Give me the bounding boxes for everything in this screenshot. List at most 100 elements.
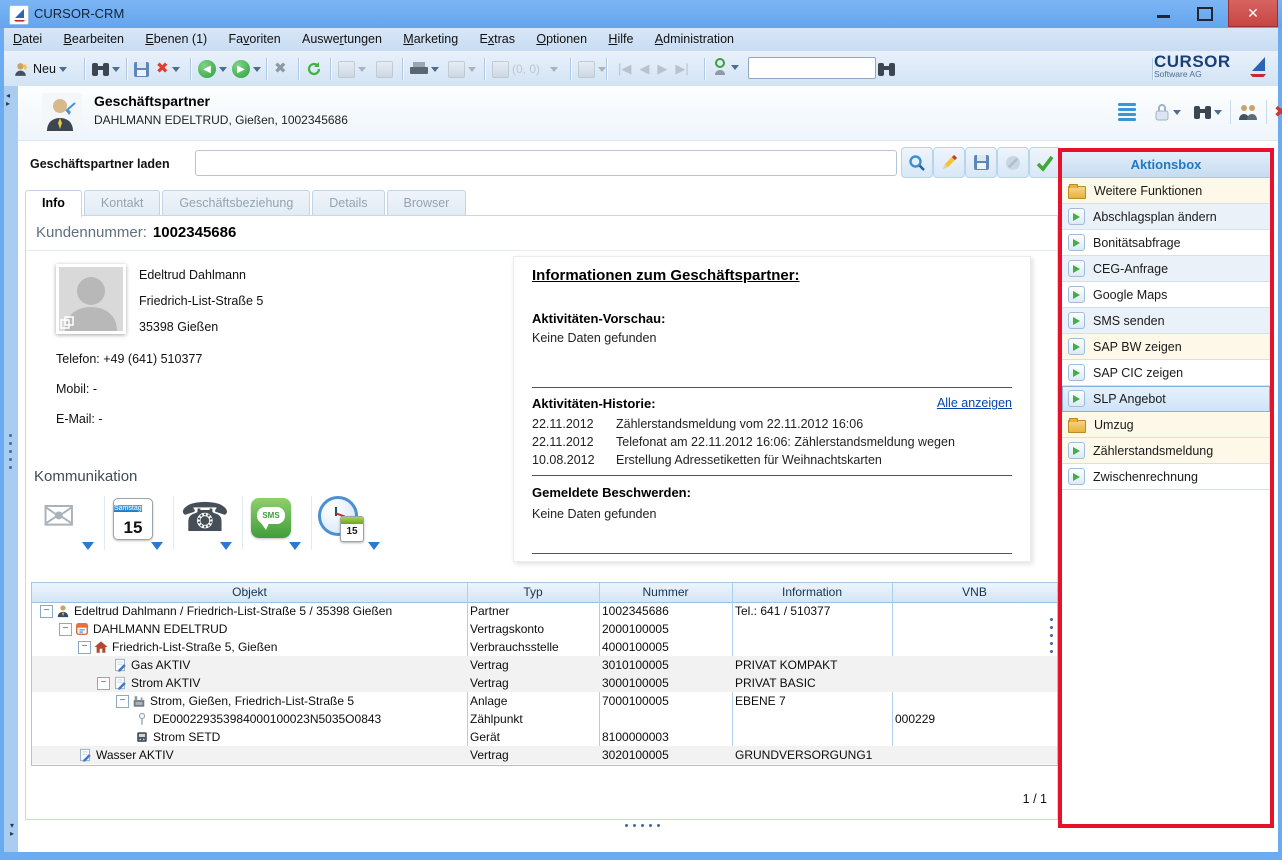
table-row[interactable]: DE000229353984000100023N5035O0843 Zählpu… bbox=[32, 710, 1057, 728]
aktionsbox-item-sms-senden[interactable]: SMS senden bbox=[1062, 308, 1270, 334]
chevron-down-icon[interactable] bbox=[253, 67, 261, 72]
search-button[interactable] bbox=[92, 59, 120, 79]
new-record-button[interactable]: Neu bbox=[12, 59, 67, 79]
menu-administration[interactable]: Administration bbox=[646, 28, 743, 51]
column-header-nummer[interactable]: Nummer bbox=[599, 583, 732, 602]
table-row[interactable]: − DAHLMANN EDELTRUD Vertragskonto 200010… bbox=[32, 620, 1057, 638]
confirm-button[interactable] bbox=[1029, 147, 1061, 178]
menu-favoriten[interactable]: Favoriten bbox=[220, 28, 290, 51]
aktionsbox-item-sap-bw-zeigen[interactable]: SAP BW zeigen bbox=[1062, 334, 1270, 360]
collapse-toggle[interactable]: − bbox=[97, 677, 110, 690]
menu-optionen[interactable]: Optionen bbox=[527, 28, 596, 51]
back-button[interactable]: ◀ bbox=[198, 59, 227, 79]
collapse-toggle[interactable]: − bbox=[78, 641, 91, 654]
column-header-vnb[interactable]: VNB bbox=[892, 583, 1057, 602]
splitter-grip-icon[interactable] bbox=[9, 434, 12, 469]
edit-button[interactable] bbox=[933, 147, 965, 178]
chevron-down-icon[interactable] bbox=[1214, 110, 1222, 115]
column-header-information[interactable]: Information bbox=[732, 583, 892, 602]
aktionsbox-item-weitere-funktionen[interactable]: Weitere Funktionen bbox=[1062, 178, 1270, 204]
chevron-down-icon[interactable] bbox=[550, 67, 558, 72]
chevron-down-icon[interactable] bbox=[219, 67, 227, 72]
partner-list-button[interactable] bbox=[1238, 101, 1258, 123]
export-button[interactable] bbox=[448, 59, 476, 79]
tree-node-label[interactable]: Edeltrud Dahlmann / Friedrich-List-Straß… bbox=[74, 602, 392, 620]
chevron-down-icon[interactable] bbox=[368, 542, 380, 550]
chevron-down-icon[interactable] bbox=[220, 542, 232, 550]
table-row[interactable]: − Strom AKTIV Vertrag 3000100005 PRIVAT … bbox=[32, 674, 1057, 692]
discard-button[interactable] bbox=[997, 147, 1029, 178]
collapse-toggle[interactable]: − bbox=[116, 695, 129, 708]
table-row[interactable]: Strom SETD Gerät 8100000003 bbox=[32, 728, 1057, 746]
tree-node-label[interactable]: Strom AKTIV bbox=[131, 674, 200, 692]
collapse-toggle[interactable]: − bbox=[40, 605, 53, 618]
table-row[interactable]: − Edeltrud Dahlmann / Friedrich-List-Str… bbox=[32, 602, 1057, 620]
menu-list-button[interactable] bbox=[1118, 101, 1136, 123]
table-row[interactable]: − Strom, Gießen, Friedrich-List-Straße 5… bbox=[32, 692, 1057, 710]
aktionsbox-item-slp-angebot[interactable]: SLP Angebot bbox=[1062, 386, 1270, 412]
save-record-button[interactable] bbox=[965, 147, 997, 178]
chevron-down-icon[interactable] bbox=[172, 67, 180, 72]
aktionsbox-item-sap-cic-zeigen[interactable]: SAP CIC zeigen bbox=[1062, 360, 1270, 386]
minimize-button[interactable] bbox=[1146, 0, 1182, 26]
quick-search-go-button[interactable] bbox=[878, 59, 895, 79]
menu-hilfe[interactable]: Hilfe bbox=[599, 28, 642, 51]
chevron-down-icon[interactable] bbox=[112, 67, 120, 72]
menu-bearbeiten[interactable]: Bearbeiten bbox=[55, 28, 133, 51]
forward-button[interactable]: ▶ bbox=[232, 59, 261, 79]
historie-entry[interactable]: Erstellung Adressetiketten für Weihnacht… bbox=[616, 453, 1020, 467]
tab-geschaeftsbeziehung[interactable]: Geschäftsbeziehung bbox=[162, 190, 310, 216]
alle-anzeigen-link[interactable]: Alle anzeigen bbox=[937, 396, 1012, 410]
menu-ebenen[interactable]: Ebenen (1) bbox=[136, 28, 216, 51]
loader-input[interactable] bbox=[195, 150, 897, 176]
aktionsbox-item-abschlagsplan-aendern[interactable]: Abschlagsplan ändern bbox=[1062, 204, 1270, 230]
search-load-button[interactable] bbox=[901, 147, 933, 178]
tab-info[interactable]: Info bbox=[25, 190, 82, 217]
menu-marketing[interactable]: Marketing bbox=[394, 28, 467, 51]
tab-kontakt[interactable]: Kontakt bbox=[84, 190, 160, 216]
column-header-objekt[interactable]: Objekt bbox=[32, 583, 467, 602]
maximize-button[interactable] bbox=[1186, 0, 1222, 26]
close-button[interactable]: ✕ bbox=[1228, 0, 1278, 27]
tree-node-label[interactable]: Wasser AKTIV bbox=[96, 746, 174, 764]
next-record-icon[interactable]: ▶ bbox=[657, 61, 667, 77]
left-panel-splitter[interactable]: ◂▸ bbox=[4, 86, 18, 852]
tab-details[interactable]: Details bbox=[312, 190, 384, 216]
tree-node-label[interactable]: Friedrich-List-Straße 5, Gießen bbox=[112, 638, 277, 656]
lock-button[interactable] bbox=[1154, 101, 1181, 123]
cancel-button[interactable]: ✖ bbox=[274, 59, 287, 79]
save-button[interactable] bbox=[134, 59, 149, 79]
image-button[interactable] bbox=[578, 59, 606, 79]
menu-extras[interactable]: Extras bbox=[471, 28, 524, 51]
create-appointment-button[interactable]: Samstag15 bbox=[105, 492, 173, 554]
tree-node-label[interactable]: DAHLMANN EDELTRUD bbox=[93, 620, 227, 638]
aktionsbox-splitter-grip-icon[interactable] bbox=[1050, 618, 1053, 653]
refresh-button[interactable] bbox=[306, 59, 322, 79]
panel-collapse-icon[interactable]: ◂▸ bbox=[6, 92, 10, 108]
table-row[interactable]: − Friedrich-List-Straße 5, Gießen Verbra… bbox=[32, 638, 1057, 656]
aktionsbox-item-zwischenrechnung[interactable]: Zwischenrechnung bbox=[1062, 464, 1270, 490]
historie-entry[interactable]: Telefonat am 22.11.2012 16:06: Zählersta… bbox=[616, 435, 1020, 449]
aktionsbox-item-umzug[interactable]: Umzug bbox=[1062, 412, 1270, 438]
quick-search-input[interactable] bbox=[748, 57, 876, 79]
menu-auswertungen[interactable]: Auswertungen bbox=[293, 28, 391, 51]
previous-record-icon[interactable]: ◀ bbox=[639, 61, 649, 77]
chevron-down-icon[interactable] bbox=[431, 67, 439, 72]
phone-call-button[interactable]: ☎ bbox=[174, 492, 242, 554]
column-header-typ[interactable]: Typ bbox=[467, 583, 599, 602]
aktionsbox-item-zaehlerstandsmeldung[interactable]: Zählerstandsmeldung bbox=[1062, 438, 1270, 464]
contact-photo-placeholder[interactable] bbox=[56, 264, 126, 334]
last-record-icon[interactable]: ▶| bbox=[675, 61, 688, 77]
chevron-down-icon[interactable] bbox=[151, 542, 163, 550]
tab-browser[interactable]: Browser bbox=[387, 190, 467, 216]
send-sms-button[interactable]: SMS bbox=[243, 492, 311, 554]
table-row[interactable]: Gas AKTIV Vertrag 3010100005 PRIVAT KOMP… bbox=[32, 656, 1057, 674]
quick-search-person[interactable] bbox=[712, 57, 739, 77]
tree-node-label[interactable]: DE000229353984000100023N5035O0843 bbox=[153, 710, 381, 728]
collapse-toggle[interactable]: − bbox=[59, 623, 72, 636]
first-record-icon[interactable]: |◀ bbox=[618, 61, 631, 77]
tree-node-label[interactable]: Strom SETD bbox=[153, 728, 220, 746]
chevron-down-icon[interactable] bbox=[598, 67, 606, 72]
tree-node-label[interactable]: Strom, Gießen, Friedrich-List-Straße 5 bbox=[150, 692, 354, 710]
chevron-down-icon[interactable] bbox=[468, 67, 476, 72]
